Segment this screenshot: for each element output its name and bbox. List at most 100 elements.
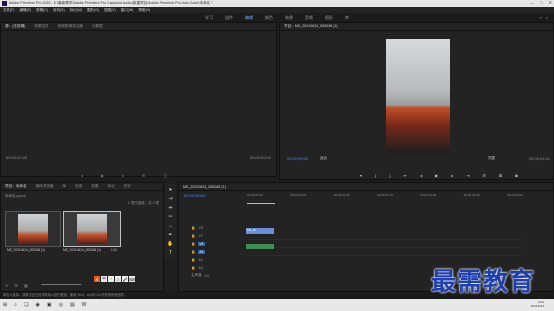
track-v1[interactable]: 🔒 V1 xyxy=(191,240,241,247)
mark-out-icon[interactable]: } xyxy=(389,173,390,178)
resolution-select[interactable]: 完整 xyxy=(488,156,495,161)
step-back-icon[interactable]: ◂ xyxy=(420,173,422,178)
tab-project[interactable]: 项目：未命名 xyxy=(5,184,27,189)
punctuation-icon[interactable]: ° xyxy=(108,276,114,282)
workspace-libraries[interactable]: 库 xyxy=(345,15,349,21)
microphone-icon[interactable]: 🎤 xyxy=(122,276,128,282)
tab-effects[interactable]: 效果 xyxy=(91,184,98,189)
workspace-effects[interactable]: 效果 xyxy=(285,15,293,21)
close-icon[interactable]: ✕ xyxy=(549,0,552,5)
icon-view-icon[interactable]: ▦ xyxy=(24,283,28,288)
workspace-editing[interactable]: 编辑 xyxy=(245,15,253,23)
menu-sequence[interactable]: 序列(S) xyxy=(53,8,65,13)
workspace-assembly[interactable]: 组件 xyxy=(225,15,233,21)
track-label: A3 xyxy=(198,265,203,270)
pencil-icon[interactable]: ✎ xyxy=(5,283,8,288)
track-a1[interactable]: 🔒 A1 xyxy=(191,248,241,255)
mark-in-icon[interactable]: { xyxy=(375,173,376,178)
workspace-audio[interactable]: 音频 xyxy=(305,15,313,21)
premiere-taskbar-icon[interactable]: ▤ xyxy=(70,302,75,308)
menu-marker[interactable]: 标记(M) xyxy=(70,8,82,13)
chinese-mode-icon[interactable]: 中 xyxy=(101,276,107,282)
go-to-out-icon[interactable]: ⇥ xyxy=(466,173,469,178)
play-icon[interactable]: ▶ xyxy=(101,173,104,178)
windows-start-icon[interactable]: ⊞ xyxy=(3,302,7,308)
clip-thumbnail-1[interactable] xyxy=(5,211,61,247)
menu-graphics[interactable]: 图形(G) xyxy=(87,8,99,13)
selection-tool-icon[interactable]: ➤ xyxy=(168,187,172,193)
track-select-icon[interactable]: ⇥ xyxy=(168,196,172,202)
audio-clip[interactable] xyxy=(246,244,274,249)
export-frame-icon[interactable]: ◫ xyxy=(163,173,167,178)
menu-view[interactable]: 视图(V) xyxy=(104,8,116,13)
tab-history[interactable]: 历史 xyxy=(124,184,131,189)
program-timecode[interactable]: 00;00;00;00 xyxy=(287,156,308,161)
play-icon[interactable]: ▶ xyxy=(435,173,438,178)
video-clip[interactable]: MS_20 xyxy=(246,228,274,234)
menu-clip[interactable]: 剪辑(C) xyxy=(36,8,48,13)
extract-icon[interactable]: ⊠ xyxy=(499,173,502,178)
pen-tool-icon[interactable]: ✒ xyxy=(168,232,172,238)
tab-libraries[interactable]: 库 xyxy=(63,184,67,189)
search-icon[interactable]: ⌕ xyxy=(14,302,17,308)
workspace-learning[interactable]: 学习 xyxy=(205,15,213,21)
clip-thumbnail-2[interactable] xyxy=(63,211,121,247)
list-view-icon[interactable]: ☰ xyxy=(14,283,18,288)
slip-tool-icon[interactable]: ↔ xyxy=(168,223,173,229)
source-timecode[interactable]: 00;00;00;00 xyxy=(6,155,27,160)
timeline-timecode[interactable]: 00;00;00;00 xyxy=(184,193,205,198)
file-explorer-icon[interactable]: ▣ xyxy=(47,302,52,308)
lift-icon[interactable]: ⊟ xyxy=(483,173,486,178)
work-area-bar[interactable] xyxy=(247,203,275,204)
tab-info[interactable]: 信息 xyxy=(75,184,82,189)
system-clock[interactable]: 9:01 2021/6/24 xyxy=(531,300,544,308)
hand-tool-icon[interactable]: ✋ xyxy=(167,241,173,247)
emoji-icon[interactable]: ☺ xyxy=(115,276,121,282)
edge-icon[interactable]: ◉ xyxy=(36,302,40,308)
minimize-icon[interactable]: — xyxy=(530,0,534,5)
keyboard-icon[interactable]: ⌨ xyxy=(129,276,135,282)
razor-icon[interactable]: ✂ xyxy=(168,214,172,220)
tab-markers[interactable]: 标记 xyxy=(108,184,115,189)
word-icon[interactable]: W xyxy=(82,302,87,308)
type-tool-icon[interactable]: T xyxy=(169,250,172,256)
menu-edit[interactable]: 编辑(E) xyxy=(19,8,31,13)
search-icon[interactable]: ⌕ xyxy=(546,15,548,20)
menu-file[interactable]: 文件(F) xyxy=(3,8,14,13)
tab-sequence[interactable]: MS_20210624_083048 (1) xyxy=(183,185,226,189)
tab-metadata[interactable]: 元数据 xyxy=(92,24,103,29)
time-ruler[interactable]: 00;00;00;00 00;00;00;15 00;00;01;00 00;0… xyxy=(247,193,523,199)
camera-icon[interactable]: ◙ xyxy=(515,173,517,178)
go-to-in-icon[interactable]: ⇤ xyxy=(404,173,407,178)
step-back-icon[interactable]: ◂ xyxy=(81,173,83,178)
track-master[interactable]: 主声道 0.0 xyxy=(191,272,241,279)
workspace-color[interactable]: 颜色 xyxy=(265,15,273,21)
ripple-edit-icon[interactable]: ⇹ xyxy=(168,205,172,211)
thumbnail-size-slider[interactable] xyxy=(41,284,81,285)
ruler-tick: 00;00;00;00 xyxy=(247,193,263,197)
maximize-icon[interactable]: □ xyxy=(540,0,542,5)
chrome-icon[interactable]: ◎ xyxy=(59,302,63,308)
workspace-graphics[interactable]: 图形 xyxy=(325,15,333,21)
zoom-select[interactable]: 适合 xyxy=(320,156,327,161)
tab-effect-controls[interactable]: 效果控件 xyxy=(34,24,48,29)
tab-source[interactable]: 源：(无剪辑) xyxy=(5,24,25,29)
marker-icon[interactable]: ▾ xyxy=(360,173,362,178)
project-path: 未命名.prproj xyxy=(5,194,26,198)
insert-icon[interactable]: ⊞ xyxy=(142,173,145,178)
track-a3[interactable]: 🔒 A3 xyxy=(191,264,241,271)
menu-help[interactable]: 帮助(H) xyxy=(138,8,150,13)
tab-audio-clip-mixer[interactable]: 音频剪辑混合器 xyxy=(58,24,83,29)
tab-program[interactable]: 节目：MS_20210624_083048 (1) xyxy=(284,24,338,29)
track-a2[interactable]: 🔒 A2 xyxy=(191,256,241,263)
track-v3[interactable]: 🔒 V3 xyxy=(191,224,241,231)
chevron-right-icon[interactable]: » xyxy=(540,15,542,20)
task-view-icon[interactable]: ❏ xyxy=(24,302,28,308)
step-forward-icon[interactable]: ▸ xyxy=(451,173,453,178)
sogou-logo-icon[interactable]: S xyxy=(94,276,100,282)
tab-media-browser[interactable]: 媒体浏览器 xyxy=(36,184,54,189)
menu-window[interactable]: 窗口(W) xyxy=(121,8,134,13)
program-video-frame[interactable] xyxy=(386,39,450,153)
track-v2[interactable]: 🔒 V2 xyxy=(191,232,241,239)
step-forward-icon[interactable]: ▸ xyxy=(122,173,124,178)
